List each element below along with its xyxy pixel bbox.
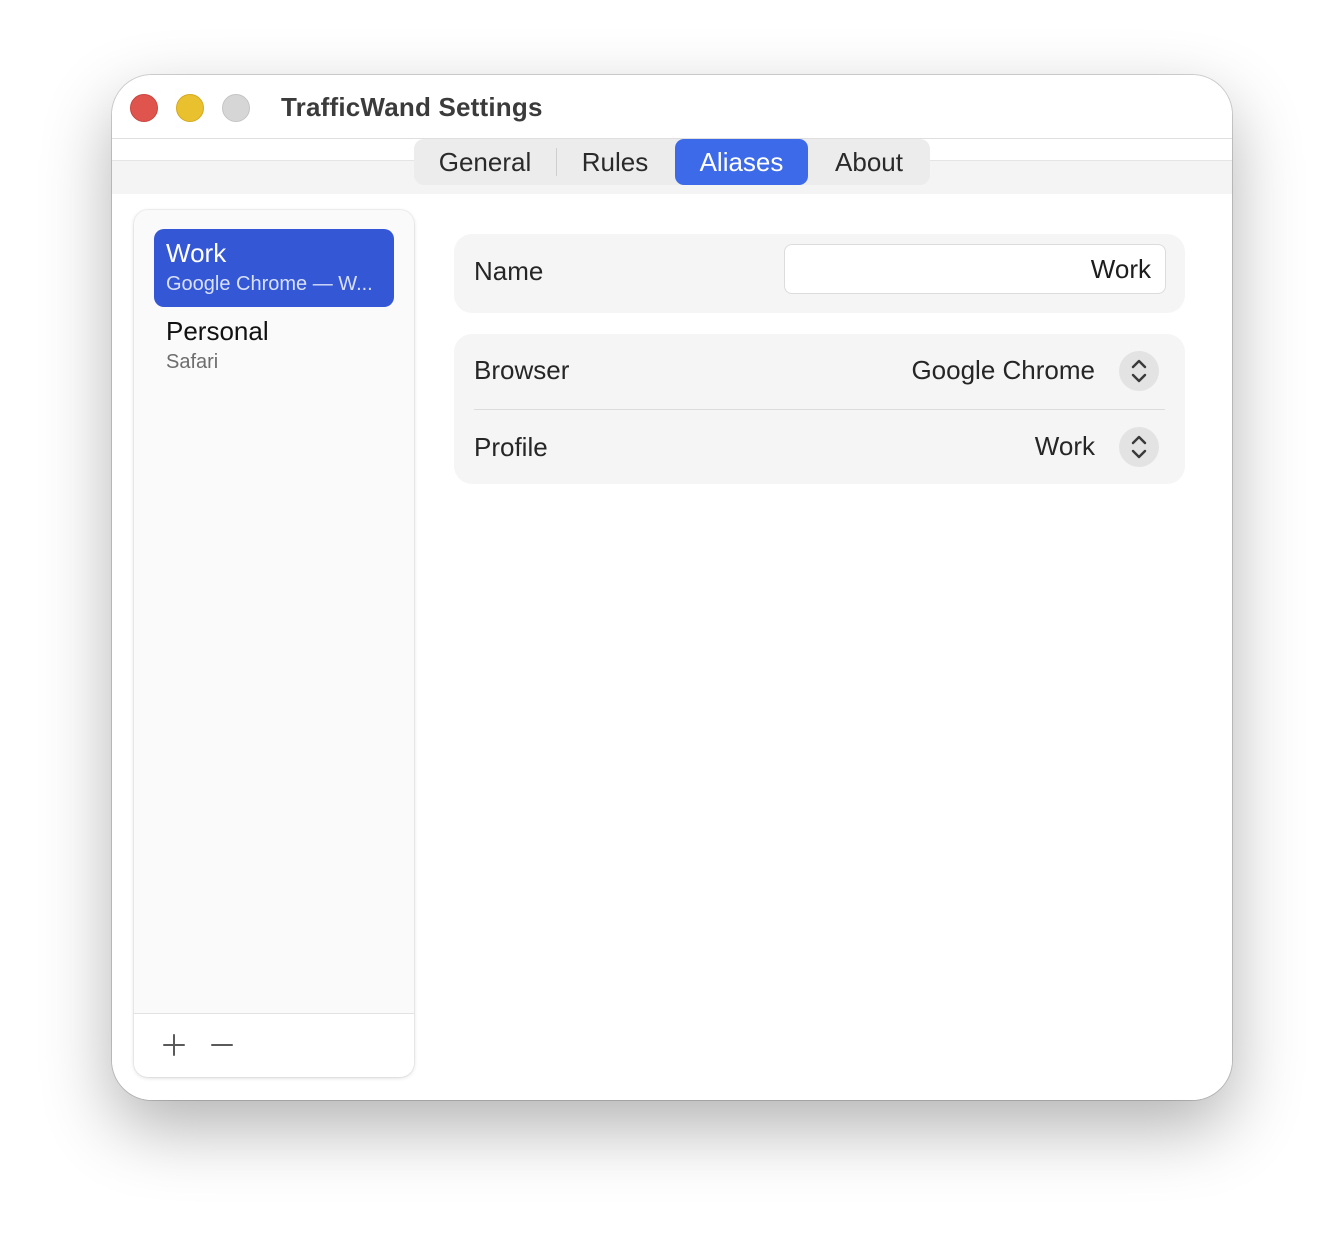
profile-stepper[interactable] — [1119, 427, 1159, 467]
alias-name-input[interactable] — [784, 244, 1166, 294]
browser-stepper[interactable] — [1119, 351, 1159, 391]
settings-tab-bar: General Rules Aliases About — [414, 139, 930, 185]
tab-rules[interactable]: Rules — [557, 139, 673, 185]
alias-item-work[interactable]: Work Google Chrome — W... — [154, 229, 394, 307]
browser-value: Google Chrome — [911, 355, 1095, 385]
title-bar: TrafficWand Settings — [112, 75, 1232, 139]
minus-icon — [211, 1044, 233, 1046]
aliases-pane: Work Google Chrome — W... Personal Safar… — [112, 194, 1232, 1100]
remove-alias-button[interactable] — [204, 1027, 240, 1063]
alias-subtitle: Google Chrome — W... — [166, 273, 373, 295]
name-label: Name — [474, 256, 544, 286]
plus-icon — [163, 1034, 185, 1056]
alias-subtitle: Safari — [166, 351, 219, 373]
tab-about[interactable]: About — [810, 139, 928, 185]
chevron-up-down-icon — [1131, 435, 1147, 459]
add-alias-button[interactable] — [156, 1027, 192, 1063]
browser-profile-card: Browser Google Chrome Profile Work — [454, 334, 1185, 484]
chevron-up-down-icon — [1131, 359, 1147, 383]
alias-name: Work — [166, 238, 227, 268]
browser-popup-button[interactable]: Google Chrome — [819, 351, 1159, 391]
row-divider — [474, 409, 1165, 410]
tab-general[interactable]: General — [416, 139, 554, 185]
alias-name: Personal — [166, 316, 269, 346]
name-card: Name — [454, 234, 1185, 313]
alias-item-personal[interactable]: Personal Safari — [154, 307, 394, 385]
window-title: TrafficWand Settings — [281, 92, 543, 122]
profile-label: Profile — [474, 432, 548, 462]
profile-popup-button[interactable]: Work — [959, 427, 1159, 467]
alias-list-panel: Work Google Chrome — W... Personal Safar… — [134, 210, 414, 1077]
profile-value: Work — [1034, 431, 1095, 461]
browser-label: Browser — [474, 355, 570, 385]
minimize-window-button[interactable] — [176, 94, 204, 122]
settings-window: TrafficWand Settings General Rules Alias… — [112, 75, 1232, 1100]
close-window-button[interactable] — [130, 94, 158, 122]
tab-aliases[interactable]: Aliases — [675, 139, 808, 185]
alias-list-footer — [134, 1013, 414, 1077]
zoom-window-button[interactable] — [222, 94, 250, 122]
